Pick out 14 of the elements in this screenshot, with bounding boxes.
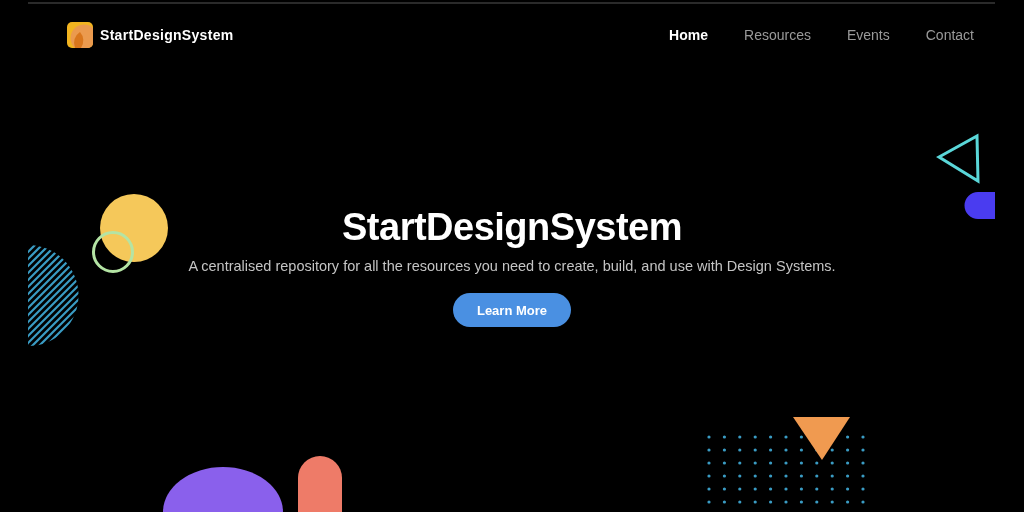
hero-title: StartDesignSystem [342, 205, 682, 250]
nav-link[interactable]: Contact [925, 27, 974, 43]
ring-shape [92, 231, 134, 273]
logo-text: StartDesignSystem [100, 27, 234, 43]
logo-icon [67, 22, 93, 48]
triangle-shape [793, 417, 850, 460]
circle-shape [100, 194, 168, 262]
nav-link[interactable]: Home [669, 27, 708, 43]
hero-subtitle: A centralised repository for all the resources you need to create, build, and use with Design Systems. [188, 257, 836, 276]
nav-link[interactable]: Events [846, 27, 890, 43]
nav-link[interactable]: Resources [744, 27, 811, 43]
rounded-tab-shape [964, 192, 995, 219]
triangle-outline [936, 133, 980, 184]
arch-shape [298, 456, 342, 512]
